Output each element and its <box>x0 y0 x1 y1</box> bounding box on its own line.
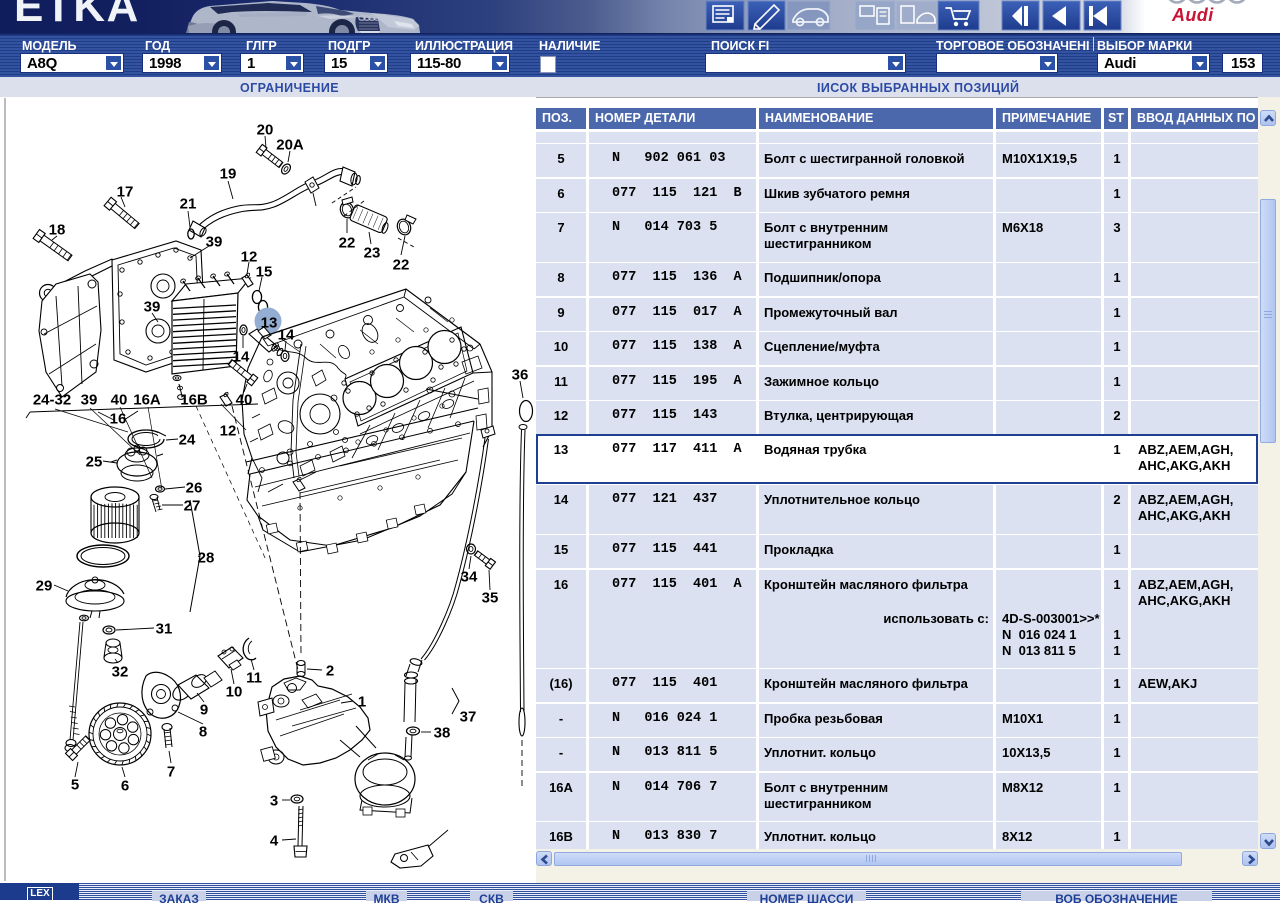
svg-text:13: 13 <box>261 315 278 332</box>
svg-text:31: 31 <box>156 621 173 638</box>
svg-text:24-32: 24-32 <box>33 392 71 409</box>
svg-text:40: 40 <box>111 392 128 409</box>
svg-text:40: 40 <box>236 392 253 409</box>
svg-text:22: 22 <box>339 235 356 252</box>
svg-text:16B: 16B <box>180 392 208 409</box>
svg-text:29: 29 <box>36 578 53 595</box>
svg-text:39: 39 <box>206 234 223 251</box>
svg-text:36: 36 <box>512 367 529 384</box>
svg-text:12: 12 <box>220 423 237 440</box>
svg-text:26: 26 <box>186 480 203 497</box>
svg-text:39: 39 <box>144 299 161 316</box>
svg-text:10: 10 <box>226 684 243 701</box>
svg-text:28: 28 <box>198 550 215 567</box>
svg-text:22: 22 <box>393 257 410 274</box>
svg-text:14: 14 <box>278 327 295 344</box>
svg-text:27: 27 <box>184 498 201 515</box>
svg-text:37: 37 <box>460 709 477 726</box>
svg-text:16: 16 <box>110 411 127 428</box>
svg-text:19: 19 <box>220 166 237 183</box>
svg-text:5: 5 <box>71 777 79 794</box>
svg-text:23: 23 <box>364 245 381 262</box>
svg-text:25: 25 <box>86 454 103 471</box>
svg-text:38: 38 <box>434 725 451 742</box>
svg-text:39: 39 <box>81 392 98 409</box>
svg-text:21: 21 <box>180 196 197 213</box>
svg-text:32: 32 <box>112 664 129 681</box>
svg-text:4: 4 <box>270 833 279 850</box>
svg-text:11: 11 <box>246 670 262 687</box>
svg-text:6: 6 <box>121 778 129 795</box>
svg-text:ETKA: ETKA <box>14 0 140 31</box>
svg-text:9: 9 <box>200 702 208 719</box>
svg-text:20A: 20A <box>276 137 304 154</box>
svg-text:18: 18 <box>49 222 66 239</box>
svg-text:15: 15 <box>256 264 273 281</box>
svg-text:8: 8 <box>199 724 207 741</box>
svg-text:24: 24 <box>179 432 196 449</box>
svg-text:3: 3 <box>270 793 278 810</box>
svg-text:17: 17 <box>117 184 134 201</box>
svg-text:34: 34 <box>461 569 478 586</box>
svg-text:Audi: Audi <box>1171 5 1214 25</box>
svg-text:14: 14 <box>233 349 250 366</box>
svg-text:16A: 16A <box>133 392 161 409</box>
svg-text:35: 35 <box>482 590 499 607</box>
svg-text:2: 2 <box>326 663 334 680</box>
svg-text:7: 7 <box>167 764 175 781</box>
svg-text:1: 1 <box>358 694 366 711</box>
svg-text:20: 20 <box>257 122 274 139</box>
